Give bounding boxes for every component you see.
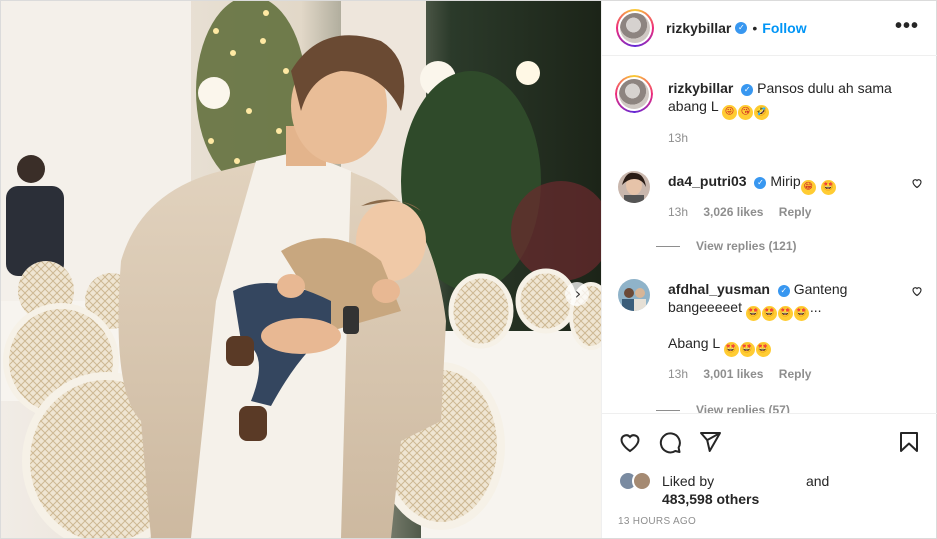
star-eyes-emoji-icon: 🤩	[793, 306, 809, 321]
next-photo-button[interactable]: ›	[565, 282, 589, 306]
verified-badge-icon: ✓	[777, 285, 790, 297]
post-photo[interactable]: ›	[1, 1, 601, 538]
caption-time: 13h	[668, 131, 689, 145]
comment-likes[interactable]: 3,001 likes	[703, 367, 763, 381]
view-replies-button[interactable]: View replies (121)	[656, 239, 797, 253]
author-username[interactable]: rizkybillar	[666, 20, 731, 36]
commenter-avatar[interactable]	[618, 279, 650, 311]
comment-icon[interactable]	[658, 430, 682, 454]
reply-button[interactable]: Reply	[779, 205, 812, 219]
comment-like-heart-icon[interactable]	[911, 285, 923, 297]
comment-likes[interactable]: 3,026 likes	[703, 205, 763, 219]
post-header: rizkybillar ✓ • Follow •••	[602, 1, 937, 56]
liked-by-avatars[interactable]	[618, 471, 652, 491]
post-image	[1, 1, 601, 538]
winking-tongue-emoji-icon: 😜	[721, 105, 737, 120]
author-avatar[interactable]	[616, 9, 654, 47]
liked-by-text: Liked by and 483,598 others	[662, 473, 830, 507]
star-eyes-emoji-icon: 🤩	[820, 180, 836, 195]
comment-ellipsis: ...	[809, 299, 822, 315]
comment-username[interactable]: afdhal_yusman	[668, 281, 770, 297]
chevron-right-icon: ›	[574, 284, 582, 303]
comment-row: da4_putri03 ✓ Mirip 😁 🤩 13h 3,026 likes R…	[618, 171, 923, 253]
divider-line	[656, 409, 680, 411]
comment-like-heart-icon[interactable]	[911, 177, 923, 189]
comment-username[interactable]: da4_putri03	[668, 173, 747, 189]
post-timestamp[interactable]: 13 HOURS AGO	[618, 516, 696, 527]
comment-time: 13h	[668, 205, 689, 219]
reply-button[interactable]: Reply	[779, 367, 812, 381]
divider-line	[656, 245, 680, 247]
commenter-avatar[interactable]	[618, 171, 650, 203]
comments-list[interactable]: rizkybillar ✓ Pansos dulu ah sama abang …	[602, 57, 937, 413]
caption-avatar[interactable]	[615, 75, 653, 113]
more-options-icon[interactable]: •••	[895, 15, 919, 38]
comment-text: Mirip	[770, 173, 801, 189]
star-eyes-emoji-icon: 🤩	[723, 342, 739, 357]
verified-badge-icon: ✓	[735, 22, 748, 34]
post-modal: › rizkybillar ✓ • Follow ••• rizkybillar…	[0, 0, 937, 539]
redacted-username	[718, 474, 803, 486]
bookmark-icon[interactable]	[897, 430, 921, 454]
star-eyes-emoji-icon: 🤩	[745, 306, 761, 321]
star-eyes-emoji-icon: 🤩	[761, 306, 777, 321]
likes-count[interactable]: 483,598 others	[662, 491, 759, 507]
heart-icon[interactable]	[618, 430, 642, 454]
avatar-image	[620, 13, 650, 43]
verified-badge-icon: ✓	[754, 177, 767, 189]
caption-row: rizkybillar ✓ Pansos dulu ah sama abang …	[615, 75, 923, 165]
caption-username[interactable]: rizkybillar	[668, 80, 733, 96]
grin-emoji-icon: 😁	[800, 180, 816, 195]
kiss-emoji-icon: 😘	[737, 105, 753, 120]
view-replies-button[interactable]: View replies (57)	[656, 403, 790, 413]
separator-dot: •	[752, 20, 758, 36]
post-side-panel: rizkybillar ✓ • Follow ••• rizkybillar ✓…	[601, 1, 937, 538]
comment-row: afdhal_yusman ✓ Ganteng bangeeeeet 🤩 🤩 🤩 🤩.…	[618, 279, 923, 413]
follow-button[interactable]: Follow	[762, 20, 806, 36]
comment-text-continued: Abang L	[668, 335, 720, 351]
star-eyes-emoji-icon: 🤩	[777, 306, 793, 321]
verified-badge-icon: ✓	[741, 84, 754, 96]
star-eyes-emoji-icon: 🤩	[739, 342, 755, 357]
rofl-emoji-icon: 🤣	[753, 105, 769, 120]
comment-time: 13h	[668, 367, 689, 381]
paper-plane-icon[interactable]	[698, 430, 722, 454]
star-eyes-emoji-icon: 🤩	[755, 342, 771, 357]
post-actions: Liked by and 483,598 others 13 HOURS AGO	[602, 413, 937, 538]
liker-avatar	[632, 471, 652, 491]
